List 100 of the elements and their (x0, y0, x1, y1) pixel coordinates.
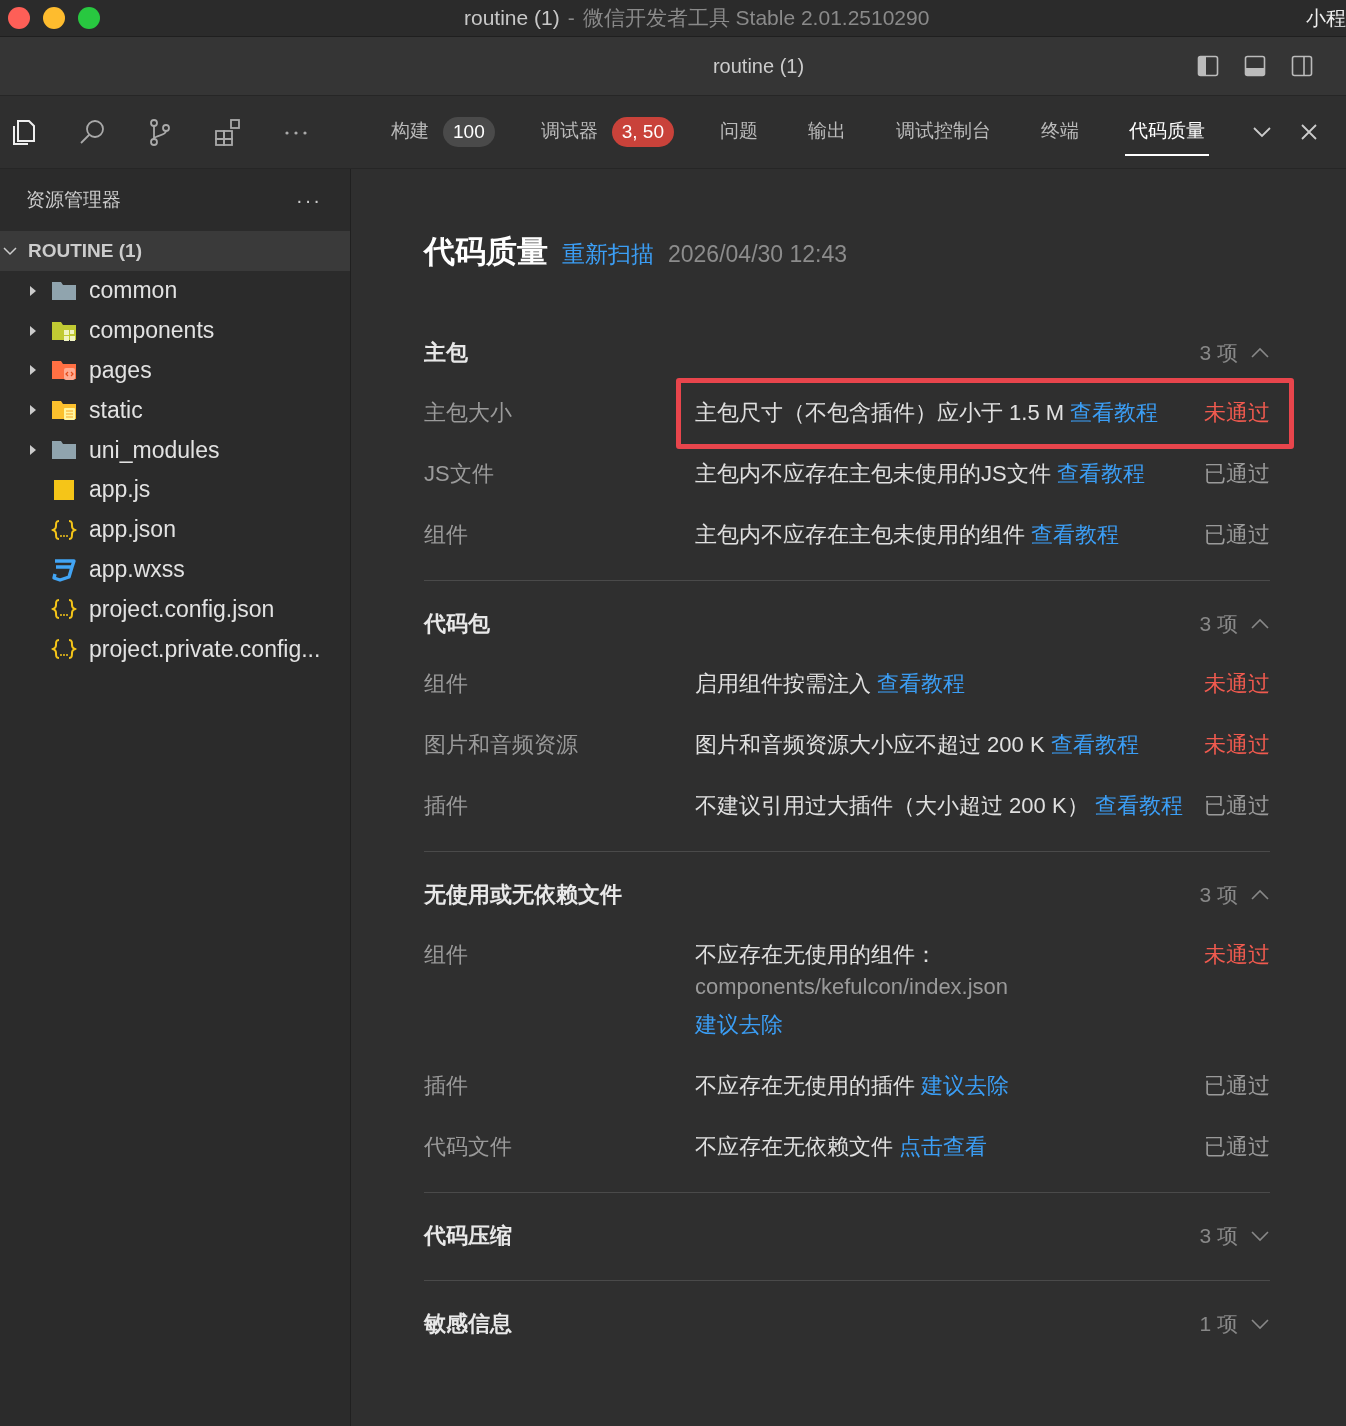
file-item[interactable]: project.config.json (0, 589, 350, 630)
chevron-down-icon[interactable] (1250, 1229, 1270, 1243)
check-rule: 主包尺寸（不包含插件）应小于 1.5 M 查看教程 (695, 399, 1160, 427)
check-status: 已通过 (1204, 521, 1270, 549)
check-rule: 不应存在无使用的插件 建议去除 (695, 1072, 1011, 1100)
extensions-icon[interactable] (213, 117, 243, 147)
tutorial-link[interactable]: 查看教程 (1050, 732, 1139, 757)
explorer-title: 资源管理器 (26, 188, 121, 212)
panel-tab[interactable]: 输出 (803, 108, 850, 156)
folder-item[interactable]: common (0, 271, 350, 311)
app-name: 微信开发者工具 Stable 2.01.2510290 (582, 5, 930, 31)
check-rule: 不应存在无依赖文件 点击查看 (695, 1133, 989, 1161)
item-count: 3 项 (1199, 611, 1238, 637)
title-separator: - (567, 6, 575, 30)
folder-item[interactable]: pages (0, 350, 350, 391)
file-item[interactable]: app.wxss (0, 549, 350, 590)
check-rule: 图片和音频资源大小应不超过 200 K 查看教程 (695, 731, 1140, 759)
file-item[interactable]: project.private.config... (0, 629, 350, 669)
file-name: uni_modules (89, 436, 220, 464)
check-name: 图片和音频资源 (424, 731, 579, 759)
item-count: 3 项 (1199, 882, 1238, 908)
check-rule: 不应存在无使用的组件： components/kefulcon/index.json 建议去除 (695, 939, 1184, 1041)
tree-root-row[interactable]: ROUTINE (1) (0, 231, 350, 271)
file-name: app.json (89, 516, 176, 544)
tutorial-link[interactable]: 查看教程 (877, 671, 966, 696)
chevron-up-icon[interactable] (1250, 617, 1270, 631)
more-button[interactable]: ··· (296, 188, 322, 212)
check-rule: 不建议引用过大插件（大小超过 200 K） 查看教程 (695, 792, 1184, 820)
chevron-down-icon[interactable] (1250, 1317, 1270, 1331)
folder-item[interactable]: components (0, 310, 350, 351)
project-name: ROUTINE (1) (28, 240, 142, 262)
section-title: 代码包 (424, 610, 490, 638)
tutorial-link[interactable]: 查看教程 (1070, 400, 1159, 425)
file-item[interactable]: app.json (0, 509, 350, 550)
section-title: 无使用或无依赖文件 (424, 881, 622, 909)
check-rule: 主包内不应存在主包未使用的组件 查看教程 (695, 521, 1121, 549)
check-rule: 启用组件按需注入 查看教程 (695, 670, 967, 698)
zoom-button[interactable] (78, 7, 100, 29)
tutorial-link[interactable]: 建议去除 (921, 1073, 1010, 1098)
file-name: project.config.json (89, 595, 275, 623)
item-count: 3 项 (1199, 1223, 1238, 1249)
item-count: 3 项 (1199, 340, 1238, 366)
file-path: components/kefulcon/index.json (695, 973, 1010, 1001)
file-item[interactable]: app.js (0, 470, 350, 510)
scan-time: 2026/04/30 12:43 (668, 241, 848, 268)
tutorial-link[interactable]: 查看教程 (1031, 522, 1120, 547)
panel-tab[interactable]: 调试器 (536, 108, 602, 156)
menu-label[interactable]: 小程 (1306, 4, 1346, 32)
close-button[interactable] (8, 7, 30, 29)
check-name: 插件 (424, 1072, 469, 1100)
chevron-up-icon[interactable] (1250, 346, 1270, 360)
file-name: project.private.config... (89, 635, 321, 663)
check-status: 未通过 (1204, 399, 1270, 427)
section-title: 敏感信息 (424, 1310, 512, 1338)
check-status: 已通过 (1204, 1072, 1270, 1100)
check-name: 组件 (424, 521, 469, 549)
file-name: static (89, 396, 143, 424)
count-badge: 3, 50 (611, 117, 674, 147)
file-name: components (89, 317, 215, 345)
tutorial-link[interactable]: 查看教程 (1094, 793, 1183, 818)
check-status: 未通过 (1204, 731, 1270, 759)
check-name: 主包大小 (424, 399, 513, 427)
check-name: 组件 (424, 670, 469, 698)
check-status: 已通过 (1204, 460, 1270, 488)
check-status: 未通过 (1204, 941, 1270, 969)
panel-toggle-icon[interactable] (1244, 55, 1266, 77)
check-rule: 主包内不应存在主包未使用的JS文件 查看教程 (695, 460, 1146, 488)
item-count: 1 项 (1199, 1311, 1238, 1337)
panel-tab[interactable]: 调试控制台 (891, 108, 995, 156)
panel-tab[interactable]: 代码质量 (1124, 108, 1209, 156)
panel-tab[interactable]: 终端 (1036, 108, 1083, 156)
check-name: JS文件 (424, 460, 495, 488)
chevron-up-icon[interactable] (1250, 888, 1270, 902)
minimize-button[interactable] (43, 7, 65, 29)
sidebar-toggle-icon[interactable] (1197, 55, 1219, 77)
check-name: 组件 (424, 941, 469, 969)
check-status: 未通过 (1204, 670, 1270, 698)
split-layout-icon[interactable] (1291, 55, 1313, 77)
section-title: 主包 (424, 339, 468, 367)
tutorial-link[interactable]: 建议去除 (695, 1009, 1184, 1041)
report-title: 代码质量 (424, 233, 548, 271)
tutorial-link[interactable]: 点击查看 (899, 1134, 988, 1159)
count-badge: 100 (443, 117, 495, 147)
file-name: pages (89, 357, 152, 384)
rescan-link[interactable]: 重新扫描 (562, 239, 654, 270)
file-name: app.wxss (89, 555, 185, 583)
folder-item[interactable]: uni_modules (0, 430, 350, 470)
file-name: common (89, 277, 178, 305)
panel-tab[interactable]: 问题 (715, 108, 762, 156)
panel-tab[interactable]: 构建 (387, 108, 433, 156)
check-name: 插件 (424, 792, 469, 820)
css-file-icon (51, 556, 77, 583)
check-status: 已通过 (1204, 1133, 1270, 1161)
tutorial-link[interactable]: 查看教程 (1056, 461, 1145, 486)
window-title: routine (1) (464, 6, 560, 30)
file-name: app.js (89, 476, 151, 504)
check-name: 代码文件 (424, 1133, 513, 1161)
check-status: 已通过 (1204, 792, 1270, 820)
folder-item[interactable]: static (0, 390, 350, 431)
editor-title: routine (1) (711, 54, 806, 78)
